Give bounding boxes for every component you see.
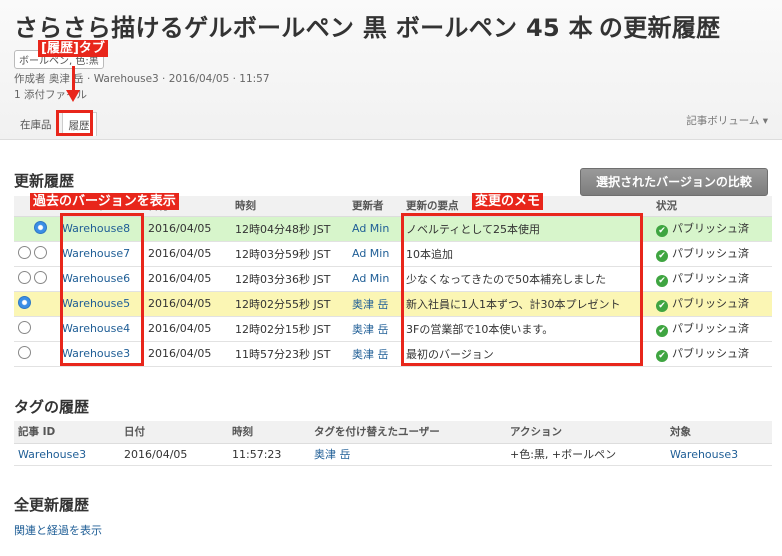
- version-date: 2016/04/05: [144, 316, 231, 342]
- col-user: 更新者: [348, 196, 402, 217]
- version-radio-from[interactable]: [18, 245, 31, 259]
- page-title: さらさら描けるゲルボールペン 黒 ボールペン 45 本の更新履歴: [14, 14, 721, 42]
- version-status: ✔ パブリッシュ済: [652, 316, 772, 342]
- version-date: 2016/04/05: [144, 341, 231, 367]
- check-icon: ✔: [656, 300, 668, 312]
- page-header: さらさら描けるゲルボールペン 黒 ボールペン 45 本の更新履歴 ボールペン, …: [0, 0, 782, 140]
- version-user-link[interactable]: 奥津 岳: [352, 298, 389, 311]
- version-radio[interactable]: [18, 320, 31, 334]
- version-date: 2016/04/05: [144, 216, 231, 242]
- compare-versions-button[interactable]: 選択されたバージョンの比較: [580, 168, 768, 196]
- version-select: [18, 270, 47, 284]
- check-icon: ✔: [656, 225, 668, 237]
- version-status: ✔ パブリッシュ済: [652, 341, 772, 367]
- tag-date: 2016/04/05: [120, 443, 228, 466]
- version-time: 12時03分36秒 JST: [231, 266, 348, 292]
- col-action: アクション: [506, 421, 666, 444]
- col-tag-time: 時刻: [228, 421, 310, 444]
- version-select: [18, 245, 47, 259]
- full-history-heading: 全更新履歴: [14, 496, 90, 514]
- col-tag-user: タグを付け替えたユーザー: [310, 421, 506, 444]
- col-time: 時刻: [231, 196, 348, 217]
- version-select: [18, 320, 31, 334]
- arrow-down-icon: [66, 90, 80, 102]
- tag-user-link[interactable]: 奥津 岳: [314, 448, 351, 461]
- memo-highlight-box: [401, 213, 643, 366]
- target-link[interactable]: Warehouse3: [670, 448, 738, 461]
- col-article-id: 記事 ID: [14, 421, 120, 444]
- version-radio[interactable]: [34, 220, 47, 234]
- version-status: ✔ パブリッシュ済: [652, 266, 772, 292]
- version-time: 11時57分23秒 JST: [231, 341, 348, 367]
- version-user-link[interactable]: 奥津 岳: [352, 348, 389, 361]
- version-time: 12時03分59秒 JST: [231, 241, 348, 267]
- version-date: 2016/04/05: [144, 291, 231, 317]
- col-tag-date: 日付: [120, 421, 228, 444]
- version-select: [18, 220, 47, 234]
- annotation-memo: 変更のメモ: [472, 193, 544, 210]
- check-icon: ✔: [656, 275, 668, 287]
- version-user-link[interactable]: Ad Min: [352, 272, 389, 285]
- col-target: 対象: [666, 421, 772, 444]
- version-radio-to[interactable]: [34, 245, 47, 259]
- check-icon: ✔: [656, 250, 668, 262]
- arrow-shaft: [72, 66, 75, 92]
- version-select: [18, 345, 31, 359]
- tag-history-header-row: 記事 ID 日付 時刻 タグを付け替えたユーザー アクション 対象: [14, 421, 772, 444]
- version-radio[interactable]: [18, 295, 31, 309]
- version-user-link[interactable]: 奥津 岳: [352, 323, 389, 336]
- tag-history-heading: タグの履歴: [14, 398, 90, 416]
- tag-time: 11:57:23: [228, 443, 310, 466]
- versions-highlight-box: [60, 213, 144, 366]
- article-id-link[interactable]: Warehouse3: [18, 448, 86, 461]
- version-status: ✔ パブリッシュ済: [652, 241, 772, 267]
- check-icon: ✔: [656, 325, 668, 337]
- tag-history-row: Warehouse3 2016/04/05 11:57:23 奥津 岳 +色:黒…: [14, 443, 772, 466]
- tab-highlight-box: [56, 110, 93, 136]
- version-time: 12時02分55秒 JST: [231, 291, 348, 317]
- version-select: [18, 295, 31, 309]
- version-user-link[interactable]: Ad Min: [352, 247, 389, 260]
- tag-action: +色:黒, +ボールペン: [506, 443, 666, 466]
- show-relations-link[interactable]: 関連と経過を表示: [14, 522, 102, 538]
- annotation-tab-note: [履歴]タブ: [38, 40, 108, 57]
- tag-history-table: 記事 ID 日付 時刻 タグを付け替えたユーザー アクション 対象 Wareho…: [14, 421, 772, 466]
- version-radio-to[interactable]: [34, 270, 47, 284]
- annotation-past-versions: 過去のバージョンを表示: [30, 193, 179, 210]
- history-heading: 更新履歴: [14, 172, 75, 190]
- version-date: 2016/04/05: [144, 266, 231, 292]
- version-user-link[interactable]: Ad Min: [352, 222, 389, 235]
- check-icon: ✔: [656, 350, 668, 362]
- col-status: 状況: [652, 196, 772, 217]
- version-time: 12時04分48秒 JST: [231, 216, 348, 242]
- version-date: 2016/04/05: [144, 241, 231, 267]
- version-status: ✔ パブリッシュ済: [652, 216, 772, 242]
- article-volume-menu[interactable]: 記事ボリューム ▾: [686, 113, 768, 128]
- version-radio-from[interactable]: [18, 270, 31, 284]
- article-meta: 作成者 奥津 岳 · Warehouse3 · 2016/04/05 · 11:…: [14, 73, 270, 85]
- version-status: ✔ パブリッシュ済: [652, 291, 772, 317]
- version-time: 12時02分15秒 JST: [231, 316, 348, 342]
- version-radio[interactable]: [18, 345, 31, 359]
- tab-inventory[interactable]: 在庫品: [14, 112, 58, 136]
